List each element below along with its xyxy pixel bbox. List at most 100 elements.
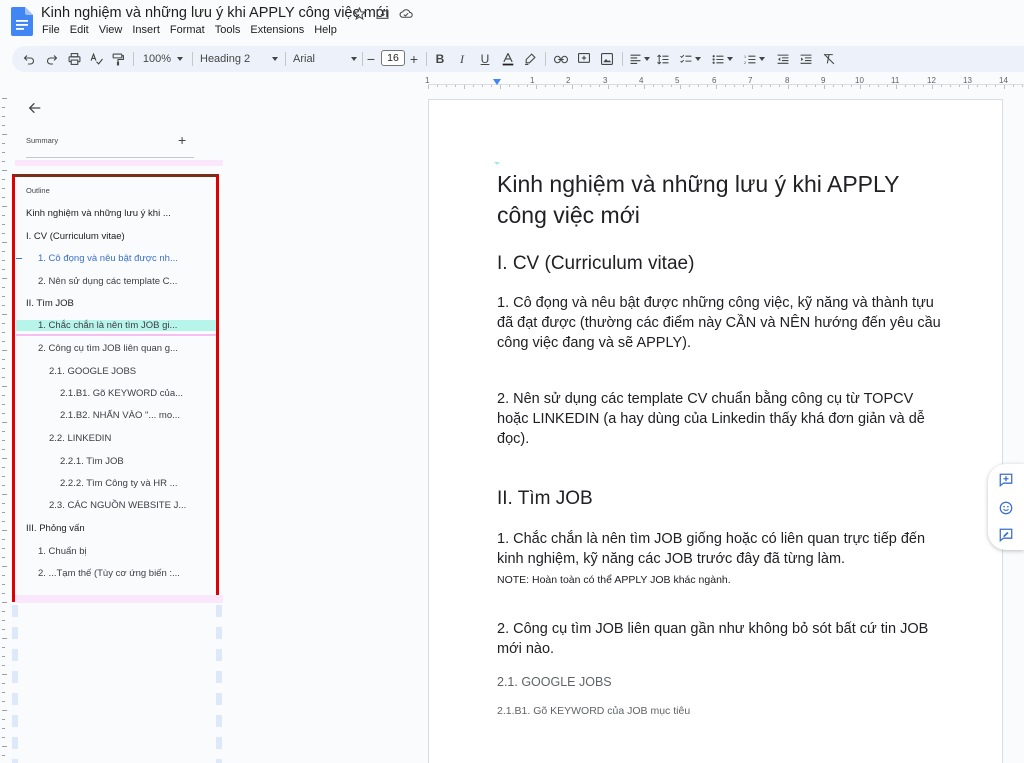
outline-item[interactable]: 2.2.2. Tìm Công ty và HR ... xyxy=(60,478,178,489)
ruler-number: 12 xyxy=(927,76,936,85)
ruler-tick xyxy=(2,287,5,288)
heading-cv[interactable]: I. CV (Curriculum vitae) xyxy=(497,253,694,275)
paragraph-job-1[interactable]: 1. Chắc chắn là nên tìm JOB giống hoặc c… xyxy=(497,529,942,569)
horizontal-ruler[interactable]: 1 1 2 3 4 5 6 7 8 9 10 11 12 13 14 xyxy=(425,76,1024,89)
ruler-tick xyxy=(491,85,492,87)
move-folder-icon[interactable] xyxy=(375,6,390,21)
increase-font-size-button[interactable]: + xyxy=(407,46,421,72)
outline-item[interactable]: 2.1. GOOGLE JOBS xyxy=(49,366,136,377)
ruler-tick xyxy=(608,85,609,89)
heading-tim-job[interactable]: II. Tìm JOB xyxy=(497,488,593,510)
undo-icon[interactable] xyxy=(20,46,38,72)
line-spacing-icon[interactable] xyxy=(654,46,672,72)
outline-item[interactable]: 2. Nên sử dụng các template C... xyxy=(38,276,177,287)
menu-format[interactable]: Format xyxy=(170,24,205,36)
paragraph-job-2[interactable]: 2. Công cụ tìm JOB liên quan gần như khô… xyxy=(497,619,942,659)
ruler-tick xyxy=(590,85,591,87)
emoji-reaction-icon[interactable] xyxy=(997,499,1015,517)
ruler-tick xyxy=(581,85,582,87)
font-select[interactable]: Arial xyxy=(293,46,357,72)
outline-item[interactable]: II. Tìm JOB xyxy=(26,298,74,309)
outline-item[interactable]: III. Phỏng vấn xyxy=(26,523,85,534)
bulleted-list-select[interactable] xyxy=(708,46,736,72)
outline-item[interactable]: 2. Công cụ tìm JOB liên quan g... xyxy=(38,343,178,354)
outline-item[interactable]: 2.2. LINKEDIN xyxy=(49,433,111,444)
menu-file[interactable]: File xyxy=(42,24,60,36)
outline-item[interactable]: Kinh nghiệm và những lưu ý khi ... xyxy=(26,208,171,219)
suggest-edits-icon[interactable] xyxy=(997,526,1015,544)
docs-logo-icon[interactable] xyxy=(11,7,33,36)
ruler-tick xyxy=(2,476,5,477)
document-title[interactable]: Kinh nghiệm và những lưu ý khi APPLY côn… xyxy=(41,5,389,21)
ruler-tick xyxy=(671,85,672,87)
link-icon[interactable] xyxy=(552,46,570,72)
outline-item[interactable]: 1. Chắc chắn là nên tìm JOB gi... xyxy=(38,320,177,331)
summary-label: Summary xyxy=(26,136,59,145)
spellcheck-icon[interactable] xyxy=(87,46,105,72)
text-color-icon[interactable] xyxy=(500,46,516,72)
menu-extensions[interactable]: Extensions xyxy=(250,24,304,36)
note-text[interactable]: NOTE: Hoàn toàn có thể APPLY JOB khác ng… xyxy=(497,574,731,586)
redo-icon[interactable] xyxy=(43,46,61,72)
ruler-tick xyxy=(2,548,5,549)
ruler-tick xyxy=(2,242,7,243)
indent-marker-icon[interactable] xyxy=(493,79,501,85)
highlight-icon[interactable] xyxy=(522,46,538,72)
outline-item[interactable]: 2.2.1. Tìm JOB xyxy=(60,456,124,467)
ruler-tick xyxy=(2,458,7,459)
heading-google-jobs[interactable]: 2.1. GOOGLE JOBS xyxy=(497,675,612,689)
clear-formatting-icon[interactable] xyxy=(820,46,838,72)
ruler-tick xyxy=(2,269,5,270)
ruler-tick xyxy=(851,85,852,87)
document-page[interactable]: Kinh nghiệm và những lưu ý khi APPLY côn… xyxy=(428,99,1003,763)
chevron-down-icon xyxy=(644,57,650,61)
underline-icon[interactable]: U xyxy=(477,46,493,72)
outline-item[interactable]: 2.3. CÁC NGUỒN WEBSITE J... xyxy=(49,500,186,511)
checklist-select[interactable] xyxy=(676,46,704,72)
ruler-tick xyxy=(2,386,7,387)
insert-image-icon[interactable] xyxy=(598,46,616,72)
menu-view[interactable]: View xyxy=(99,24,123,36)
add-summary-button[interactable]: + xyxy=(178,133,186,147)
ruler-tick xyxy=(743,85,744,87)
add-comment-icon[interactable] xyxy=(575,46,593,72)
star-icon[interactable] xyxy=(352,6,367,21)
add-comment-icon[interactable] xyxy=(997,471,1015,489)
zoom-select[interactable]: 100% xyxy=(140,46,186,72)
ruler-tick xyxy=(2,413,5,414)
paint-format-icon[interactable] xyxy=(109,46,127,72)
style-select[interactable]: Heading 2 xyxy=(200,46,278,72)
ruler-tick xyxy=(2,161,5,162)
vertical-ruler[interactable] xyxy=(0,90,9,763)
heading-b1[interactable]: 2.1.B1. Gõ KEYWORD của JOB mục tiêu xyxy=(497,705,690,717)
ruler-tick xyxy=(2,107,5,108)
outline-item[interactable]: 2.1.B2. NHẤN VÀO "... mo... xyxy=(60,410,180,421)
outline-item[interactable]: 2.1.B1. Gõ KEYWORD của... xyxy=(60,388,183,399)
ruler-tick xyxy=(815,85,816,87)
outline-item[interactable]: I. CV (Curriculum vitae) xyxy=(26,231,125,242)
outline-item[interactable]: 1. Cô đọng và nêu bật được nh... xyxy=(38,253,178,264)
ruler-tick xyxy=(1013,85,1014,87)
bold-icon[interactable]: B xyxy=(432,46,448,72)
menu-edit[interactable]: Edit xyxy=(70,24,89,36)
increase-indent-icon[interactable] xyxy=(797,46,815,72)
align-select[interactable] xyxy=(628,46,652,72)
decrease-font-size-button[interactable]: − xyxy=(364,46,378,72)
paragraph-cv-1[interactable]: 1. Cô đọng và nêu bật được những công vi… xyxy=(497,293,942,353)
numbered-list-select[interactable]: 12 xyxy=(740,46,768,72)
ruler-tick xyxy=(2,260,5,261)
print-icon[interactable] xyxy=(65,46,83,72)
document-outline-panel: Summary + Outline Kinh nghiệm và những l… xyxy=(12,90,223,763)
document-heading-title[interactable]: Kinh nghiệm và những lưu ý khi APPLY côn… xyxy=(497,169,947,231)
menu-tools[interactable]: Tools xyxy=(215,24,241,36)
cloud-saved-icon[interactable] xyxy=(398,6,413,21)
back-arrow-icon[interactable] xyxy=(27,100,43,116)
outline-item[interactable]: 2. ...Tạm thế (Tùy cơ ứng biến :... xyxy=(38,568,180,579)
paragraph-cv-2[interactable]: 2. Nên sử dụng các template CV chuẩn bằn… xyxy=(497,389,942,449)
menu-help[interactable]: Help xyxy=(314,24,337,36)
italic-icon[interactable]: I xyxy=(454,46,470,72)
font-size-input[interactable]: 16 xyxy=(381,50,405,66)
decrease-indent-icon[interactable] xyxy=(774,46,792,72)
menu-insert[interactable]: Insert xyxy=(132,24,160,36)
outline-item[interactable]: 1. Chuẩn bị xyxy=(38,546,87,557)
